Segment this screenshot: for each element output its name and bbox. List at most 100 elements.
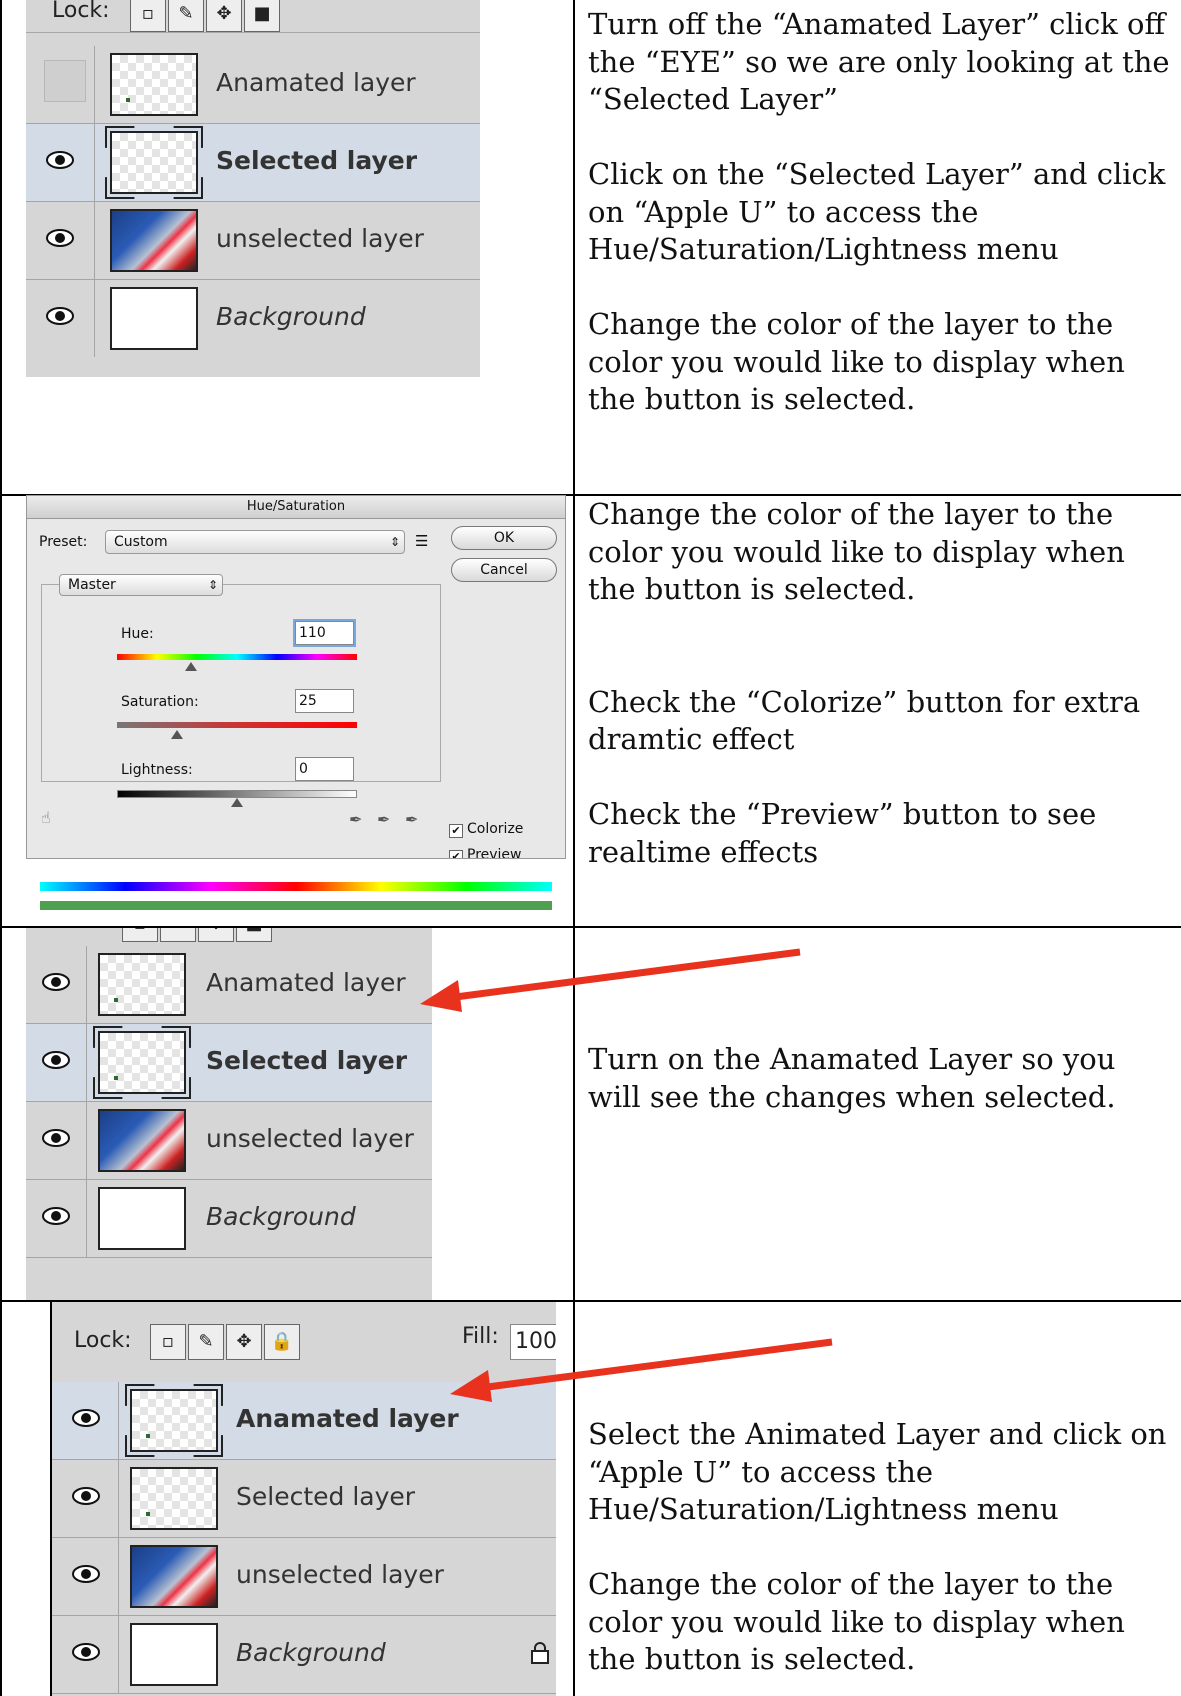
layer-row-selected[interactable]: Selected layer [26, 124, 480, 202]
thumb-dot [114, 1076, 118, 1080]
saturation-input[interactable]: 25 [295, 689, 354, 713]
layer-thumbnail [98, 1031, 186, 1094]
instruction-paragraph: Click on the “Selected Layer” and click … [588, 157, 1166, 266]
layer-thumbnail [110, 287, 198, 350]
lock-bar: ▫ ✎ ✥ ■ [26, 928, 432, 947]
layer-name: unselected layer [206, 1124, 414, 1153]
eye-icon[interactable] [42, 972, 70, 992]
saturation-slider[interactable] [117, 722, 357, 728]
lock-icons: ▫ ✎ ✥ ■ [122, 928, 274, 942]
visibility-column [52, 1538, 119, 1615]
eyedropper-minus-icon[interactable]: ✒ [405, 810, 418, 829]
hue-input[interactable]: 110 [293, 619, 356, 647]
lock-brush-icon[interactable]: ✎ [160, 928, 196, 942]
chevron-updown-icon: ⇕ [207, 578, 218, 592]
layer-row-background[interactable]: Background [26, 1180, 432, 1258]
eye-icon[interactable] [72, 1408, 100, 1428]
visibility-column [26, 124, 95, 201]
lock-icons: ▫ ✎ ✥ ■ [130, 0, 282, 32]
hue-slider[interactable] [117, 654, 357, 660]
lock-transparent-icon[interactable]: ▫ [130, 0, 166, 32]
layer-row-unselected[interactable]: unselected layer [52, 1538, 556, 1616]
lightness-slider[interactable] [117, 790, 357, 798]
lock-transparent-icon[interactable]: ▫ [122, 928, 158, 942]
instruction-paragraph: Check the “Preview” button to see realti… [588, 797, 1097, 869]
lock-all-icon[interactable]: 🔒 [264, 1324, 300, 1360]
visibility-column [26, 1024, 87, 1101]
preset-label: Preset: [39, 534, 88, 550]
eye-icon[interactable] [46, 228, 74, 248]
layer-thumbnail [110, 209, 198, 272]
layer-thumbnail [130, 1389, 218, 1452]
hue-label: Hue: [121, 626, 154, 642]
visibility-column [52, 1616, 119, 1693]
eye-icon[interactable] [42, 1206, 70, 1226]
instruction-cell-3: Turn on the Anamated Layer so you will s… [588, 1041, 1173, 1116]
layer-name: Background [216, 302, 366, 331]
layer-thumbnail [110, 53, 198, 116]
lock-label: Lock: [52, 0, 110, 23]
lightness-input[interactable]: 0 [295, 757, 354, 781]
eye-icon[interactable] [72, 1564, 100, 1584]
layer-row-background[interactable]: Background [52, 1616, 556, 1694]
lock-brush-icon[interactable]: ✎ [188, 1324, 224, 1360]
layer-thumbnail [130, 1623, 218, 1686]
instruction-paragraph: Check the “Colorize” button for extra dr… [588, 684, 1141, 757]
chevron-updown-icon: ⇕ [389, 535, 400, 549]
layer-name: Anamated layer [216, 68, 416, 97]
hue-slider-thumb[interactable] [185, 662, 197, 671]
eyedropper-plus-icon[interactable]: ✒ [377, 810, 390, 829]
visibility-column [26, 46, 95, 123]
layer-row-unselected[interactable]: unselected layer [26, 1102, 432, 1180]
visibility-column [52, 1460, 119, 1537]
checkmark-icon: ✔ [449, 824, 463, 838]
saturation-slider-thumb[interactable] [171, 730, 183, 739]
layer-name: Background [236, 1638, 386, 1667]
ok-button[interactable]: OK [451, 526, 557, 550]
cancel-button[interactable]: Cancel [451, 558, 557, 582]
lock-bar: Lock: ▫ ✎ ✥ ■ [26, 0, 480, 33]
eye-icon[interactable] [42, 1050, 70, 1070]
layer-name: Anamated layer [206, 968, 406, 997]
lightness-slider-thumb[interactable] [231, 798, 243, 807]
lock-all-icon[interactable]: ■ [244, 0, 280, 32]
eyedropper-icon[interactable]: ✒ [349, 810, 362, 829]
lock-move-icon[interactable]: ✥ [206, 0, 242, 32]
table-rule [0, 1300, 2, 1696]
preview-checkbox[interactable]: ✔ Preview [449, 847, 522, 859]
lock-transparent-icon[interactable]: ▫ [150, 1324, 186, 1360]
channel-select[interactable]: Master ⇕ [59, 574, 223, 596]
preset-options-icon[interactable]: ☰ [415, 532, 428, 550]
visibility-column [26, 202, 95, 279]
layer-row-animated[interactable]: Anamated layer [26, 46, 480, 124]
input-spectrum-bar [40, 882, 552, 891]
table-rule [0, 0, 2, 496]
lock-all-icon[interactable]: ■ [236, 928, 272, 942]
lock-icon [531, 1642, 549, 1664]
eye-icon[interactable] [46, 150, 74, 170]
layer-row-unselected[interactable]: unselected layer [26, 202, 480, 280]
eye-icon[interactable] [46, 306, 74, 326]
thumb-dot [146, 1512, 150, 1516]
eye-icon[interactable] [42, 1128, 70, 1148]
lock-move-icon[interactable]: ✥ [226, 1324, 262, 1360]
layer-row-selected[interactable]: Selected layer [52, 1460, 556, 1538]
preset-value: Custom [114, 534, 168, 550]
colorize-checkbox[interactable]: ✔ Colorize [449, 821, 523, 838]
preview-label: Preview [467, 847, 522, 859]
layer-row-selected[interactable]: Selected layer [26, 1024, 432, 1102]
lock-move-icon[interactable]: ✥ [198, 928, 234, 942]
eye-icon[interactable] [72, 1486, 100, 1506]
saturation-label: Saturation: [121, 694, 199, 710]
eye-icon[interactable] [72, 1642, 100, 1662]
preset-select[interactable]: Custom ⇕ [105, 530, 405, 554]
hand-tool-icon[interactable]: ☝ [41, 808, 51, 827]
layer-thumbnail [130, 1467, 218, 1530]
lock-label: Lock: [74, 1328, 132, 1353]
table-rule [0, 494, 2, 928]
lock-brush-icon[interactable]: ✎ [168, 0, 204, 32]
visibility-toggle-off[interactable] [44, 60, 86, 102]
layer-row-background[interactable]: Background [26, 280, 480, 357]
layer-row-animated[interactable]: Anamated layer [26, 946, 432, 1024]
instruction-cell-4: Select the Animated Layer and click on “… [588, 1416, 1173, 1679]
